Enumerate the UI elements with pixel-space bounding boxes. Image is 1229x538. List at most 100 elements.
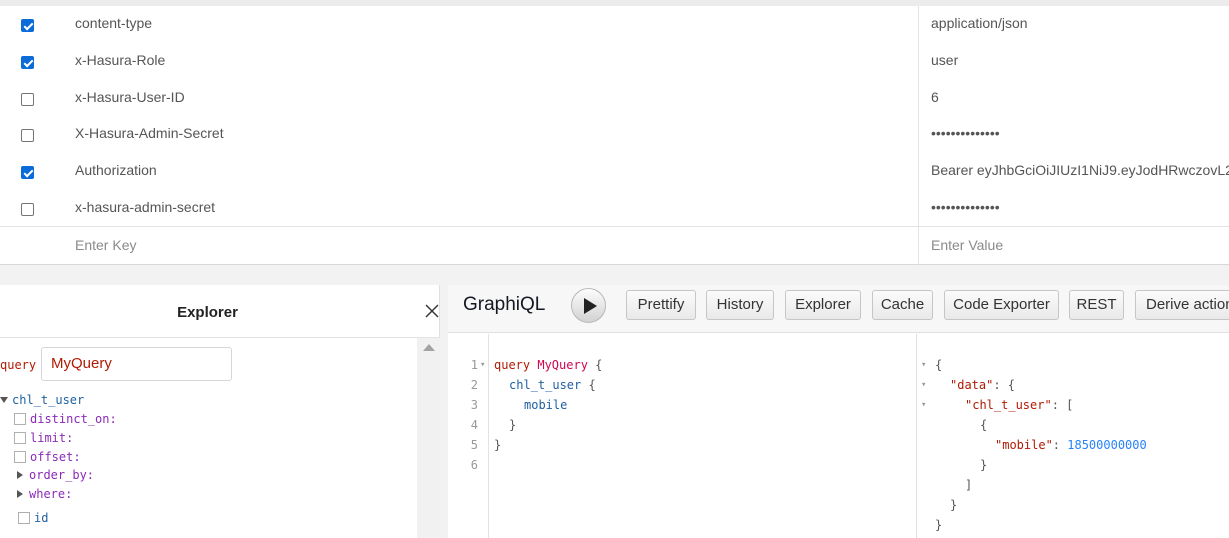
result-viewer[interactable]: ▾ ▾ ▾ { "data": { "chl_t_user": [ { "mob… — [916, 334, 1229, 538]
json-key: "mobile" — [995, 438, 1053, 452]
header-row: X-Hasura-Admin-Secret •••••••••••••• — [0, 116, 1229, 153]
header-value[interactable]: Bearer eyJhbGciOiJIUzI1NiJ9.eyJodHRwczov… — [931, 162, 1229, 178]
arg-checkbox[interactable] — [14, 432, 26, 444]
line-number: 3 — [470, 398, 478, 412]
header-enabled-checkbox[interactable] — [21, 19, 34, 32]
json-number-value: 18500000000 — [1067, 438, 1147, 452]
header-enabled-checkbox[interactable] — [21, 129, 34, 142]
header-value[interactable]: user — [931, 52, 958, 68]
header-value[interactable]: •••••••••••••• — [931, 125, 1000, 141]
cache-button[interactable]: Cache — [872, 290, 933, 320]
arg-item[interactable]: offset: — [14, 448, 81, 466]
result-line: ] — [965, 478, 973, 492]
brace: } — [509, 418, 517, 432]
code-line: query MyQuery { — [494, 355, 602, 375]
header-enabled-checkbox[interactable] — [21, 203, 34, 216]
rest-button[interactable]: REST — [1069, 290, 1124, 320]
arg-name: offset: — [30, 450, 81, 464]
history-button[interactable]: History — [706, 290, 774, 320]
field: chl_t_user — [509, 378, 582, 392]
arg-name: order_by: — [29, 468, 95, 482]
root-field-item[interactable]: chl_t_user — [0, 391, 84, 409]
scroll-up-arrow-icon[interactable] — [423, 344, 435, 351]
code-line: chl_t_user { — [509, 375, 596, 395]
close-icon[interactable] — [424, 303, 440, 319]
derive-action-button[interactable]: Derive action — [1135, 290, 1229, 320]
arg-item[interactable]: where: — [17, 485, 72, 503]
line-number: 6 — [470, 458, 478, 472]
fold-arrow-icon[interactable]: ▾ — [921, 400, 926, 410]
result-line: "chl_t_user": [ — [965, 398, 1074, 412]
request-headers-panel: content-type application/json x-Hasura-R… — [0, 0, 1229, 265]
arg-name: distinct_on: — [30, 412, 117, 426]
header-row: x-Hasura-User-ID 6 — [0, 80, 1229, 117]
header-key[interactable]: x-Hasura-Role — [75, 52, 165, 68]
field-checkbox[interactable] — [18, 512, 30, 524]
query-editor[interactable]: 1 2 3 4 5 6 ▾ query MyQuery { chl_t_user… — [448, 334, 915, 538]
header-value[interactable]: 6 — [931, 89, 939, 105]
root-field-name: chl_t_user — [12, 393, 85, 407]
fold-arrow-icon[interactable]: ▾ — [480, 360, 485, 370]
brace: } — [494, 438, 502, 452]
header-enabled-checkbox[interactable] — [21, 93, 34, 106]
result-line: { — [935, 355, 942, 375]
new-header-value-input[interactable]: Enter Value — [931, 237, 1003, 253]
result-line: "mobile": 18500000000 — [995, 438, 1147, 452]
field-item[interactable]: id — [18, 509, 48, 527]
json-key: "chl_t_user" — [965, 398, 1052, 412]
execute-query-button[interactable] — [571, 288, 606, 323]
operation-keyword: query — [0, 358, 37, 372]
header-enabled-checkbox[interactable] — [21, 166, 34, 179]
caret-right-icon — [17, 471, 23, 479]
result-line: { — [980, 418, 988, 432]
line-number: 2 — [470, 378, 478, 392]
brace: { — [595, 358, 603, 372]
fold-arrow-icon[interactable]: ▾ — [921, 380, 926, 390]
header-enabled-checkbox[interactable] — [21, 56, 34, 69]
header-key[interactable]: X-Hasura-Admin-Secret — [75, 125, 224, 141]
fold-arrow-icon[interactable]: ▾ — [921, 360, 926, 370]
arg-item[interactable]: distinct_on: — [14, 410, 117, 428]
operation-name: MyQuery — [537, 358, 588, 372]
arg-checkbox[interactable] — [14, 451, 26, 463]
field: mobile — [524, 398, 568, 412]
result-line: } — [935, 518, 943, 532]
brace: { — [588, 378, 596, 392]
explorer-button[interactable]: Explorer — [785, 290, 861, 320]
code-line: mobile — [524, 395, 567, 415]
header-row: Authorization Bearer eyJhbGciOiJIUzI1NiJ… — [0, 153, 1229, 190]
keyword: query — [494, 358, 531, 372]
json-key: "data" — [950, 378, 994, 392]
operation-name-input[interactable]: MyQuery — [41, 347, 232, 381]
play-icon — [584, 298, 597, 314]
header-value[interactable]: •••••••••••••• — [931, 199, 1000, 215]
explorer-scrollbar[interactable] — [417, 338, 440, 538]
code-exporter-button[interactable]: Code Exporter — [944, 290, 1059, 320]
code-line: } — [509, 415, 516, 435]
arg-item[interactable]: limit: — [14, 429, 73, 447]
field-name: id — [34, 511, 49, 525]
line-number-gutter: 1 2 3 4 5 6 ▾ — [448, 334, 489, 538]
line-number: 4 — [470, 418, 478, 432]
arg-name: where: — [29, 487, 73, 501]
header-key[interactable]: x-Hasura-User-ID — [75, 89, 185, 105]
result-line: } — [950, 498, 958, 512]
header-row: content-type application/json — [0, 6, 1229, 43]
caret-right-icon — [17, 490, 23, 498]
prettify-button[interactable]: Prettify — [626, 290, 696, 320]
line-number: 1 — [470, 358, 478, 372]
line-number: 5 — [470, 438, 478, 452]
new-header-key-input[interactable]: Enter Key — [75, 237, 136, 253]
explorer-panel: Explorer query MyQuery chl_t_user distin… — [0, 285, 440, 538]
caret-down-icon — [0, 397, 8, 403]
arg-name: limit: — [30, 431, 74, 445]
graphiql-title: GraphiQL — [463, 294, 546, 315]
arg-item[interactable]: order_by: — [17, 466, 94, 484]
graphiql-toolbar: GraphiQL Prettify History Explorer Cache… — [448, 285, 1229, 333]
code-line: } — [494, 435, 501, 455]
header-key[interactable]: x-hasura-admin-secret — [75, 199, 215, 215]
header-key[interactable]: content-type — [75, 15, 152, 31]
header-value[interactable]: application/json — [931, 15, 1028, 31]
header-key[interactable]: Authorization — [75, 162, 157, 178]
arg-checkbox[interactable] — [14, 413, 26, 425]
